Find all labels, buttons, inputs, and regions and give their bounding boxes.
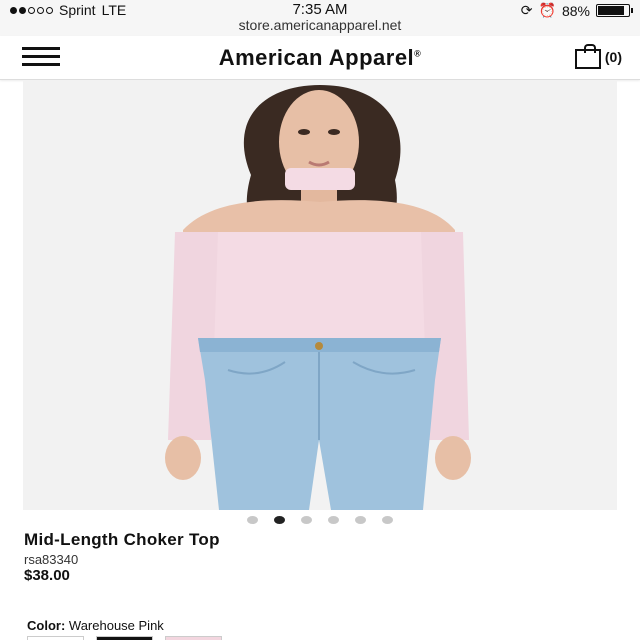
carousel-dot[interactable] bbox=[382, 516, 393, 524]
model-photo bbox=[23, 80, 617, 510]
color-selection-label: Color: Warehouse Pink bbox=[27, 618, 164, 633]
product-title: Mid-Length Choker Top bbox=[24, 530, 220, 549]
image-carousel-dots bbox=[0, 516, 640, 524]
status-bar: Sprint LTE 7:35 AM store.americanapparel… bbox=[0, 0, 640, 36]
brand-logo[interactable]: American Apparel® bbox=[0, 45, 640, 71]
status-right: ⟳ ⏰ 88% bbox=[520, 2, 633, 19]
address-bar-url[interactable]: store.americanapparel.net bbox=[0, 17, 640, 33]
cart-button[interactable]: (0) bbox=[574, 44, 622, 69]
carousel-dot[interactable] bbox=[328, 516, 339, 524]
color-swatch-warehouse-pink[interactable] bbox=[165, 636, 222, 640]
color-label: Color: bbox=[27, 618, 66, 633]
selected-color: Warehouse Pink bbox=[68, 618, 164, 633]
product-sku: rsa83340 bbox=[24, 552, 79, 567]
color-swatches bbox=[27, 636, 222, 640]
product-image[interactable] bbox=[23, 80, 617, 510]
battery-percent: 88% bbox=[561, 2, 590, 19]
carousel-dot[interactable] bbox=[274, 516, 285, 524]
color-swatch-black[interactable] bbox=[96, 636, 153, 640]
cart-count: (0) bbox=[604, 49, 622, 65]
registered-mark: ® bbox=[414, 48, 422, 59]
alarm-icon: ⏰ bbox=[538, 2, 556, 18]
site-header: American Apparel® (0) bbox=[0, 36, 640, 80]
carousel-dot[interactable] bbox=[355, 516, 366, 524]
brand-name: American Apparel bbox=[218, 45, 415, 70]
color-swatch-white[interactable] bbox=[27, 636, 84, 640]
battery-icon bbox=[596, 4, 633, 17]
shopping-bag-icon bbox=[574, 44, 601, 69]
carousel-dot[interactable] bbox=[301, 516, 312, 524]
product-price: $38.00 bbox=[24, 567, 70, 584]
rotation-lock-icon: ⟳ bbox=[520, 2, 533, 18]
carousel-dot[interactable] bbox=[247, 516, 258, 524]
battery-fill bbox=[598, 6, 625, 15]
